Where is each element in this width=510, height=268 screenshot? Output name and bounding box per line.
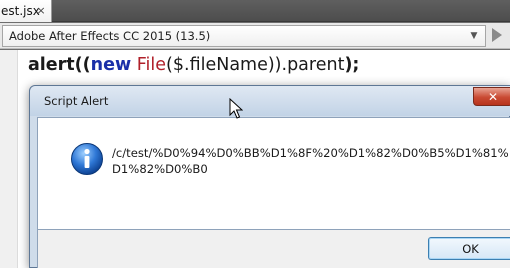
dialog-body: /c/test/%D0%94%D0%BB%D1%8F%20%D1%82%D0%B…	[37, 117, 510, 230]
mouse-cursor-icon	[229, 98, 243, 119]
code-class-name: File	[136, 55, 167, 75]
info-icon	[71, 143, 103, 175]
tab-est-jsx[interactable]: est.jsx ×	[0, 0, 52, 22]
code-line[interactable]: alert((new File($.fileName)).parent);	[28, 55, 359, 75]
dialog-title: Script Alert	[44, 94, 109, 108]
ok-button-label: OK	[462, 241, 479, 256]
close-button[interactable]: ✕	[473, 87, 510, 106]
close-icon: ✕	[487, 89, 499, 104]
dialog-footer: OK	[37, 230, 510, 268]
target-application-value: Adobe After Effects CC 2015 (13.5)	[9, 29, 211, 43]
code-token: alert((	[28, 55, 91, 75]
dialog-titlebar[interactable]: Script Alert ✕	[30, 86, 510, 116]
tab-strip: est.jsx ×	[0, 0, 510, 22]
code-keyword: new	[90, 55, 132, 75]
target-toolbar: Adobe After Effects CC 2015 (13.5) ▼	[0, 23, 510, 49]
code-token: );	[344, 55, 360, 75]
target-application-select[interactable]: Adobe After Effects CC 2015 (13.5) ▼	[2, 25, 486, 47]
alert-message: /c/test/%D0%94%D0%BB%D1%8F%20%D1%82%D0%B…	[112, 146, 509, 176]
line-gutter	[0, 50, 18, 268]
chevron-down-icon[interactable]: ▼	[467, 29, 481, 43]
tab-close-icon[interactable]: ×	[34, 4, 48, 18]
ok-button[interactable]: OK	[428, 237, 510, 260]
play-icon[interactable]	[492, 28, 502, 42]
code-token: ($.fileName)).parent	[166, 55, 345, 75]
script-alert-dialog: Script Alert ✕ /c/test/%D0%94%D0%BB%D1%8…	[29, 85, 510, 268]
